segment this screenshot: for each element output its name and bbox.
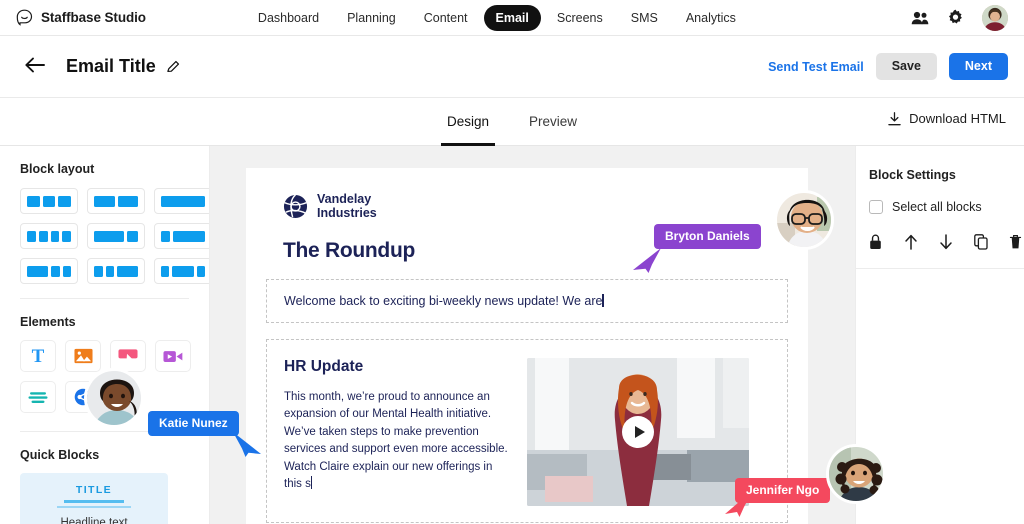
email-editor-app: Staffbase Studio Dashboard Planning Cont… xyxy=(0,0,1024,524)
email-brand-row: Vandelay Industries xyxy=(283,192,808,221)
send-test-email-link[interactable]: Send Test Email xyxy=(768,60,864,74)
editor-title-bar: Email Title Send Test Email Save Next xyxy=(0,36,1024,98)
email-document: Vandelay Industries The Roundup Welcome … xyxy=(246,168,808,524)
pencil-icon[interactable] xyxy=(166,59,181,74)
delete-icon[interactable] xyxy=(1009,234,1024,250)
save-button[interactable]: Save xyxy=(875,53,937,80)
select-all-checkbox[interactable] xyxy=(869,200,883,214)
layout-four-equal[interactable] xyxy=(20,223,78,249)
block-settings-divider xyxy=(856,268,1024,269)
layout-wide-narrow[interactable] xyxy=(87,223,145,249)
nav-item-content[interactable]: Content xyxy=(412,5,480,31)
layout-two-equal[interactable] xyxy=(87,188,145,214)
back-arrow-icon[interactable] xyxy=(24,56,46,78)
quick-block-rule-1 xyxy=(64,500,124,503)
nav-right-actions xyxy=(911,4,1008,31)
hr-update-body[interactable]: This month, we’re proud to announce an e… xyxy=(284,389,509,494)
layout-one-full[interactable] xyxy=(154,188,209,214)
block-settings-title: Block Settings xyxy=(869,168,956,182)
staffbase-logo-icon xyxy=(16,9,33,26)
layout-narrow-wide[interactable] xyxy=(154,223,209,249)
move-up-icon[interactable] xyxy=(904,234,919,250)
nav-item-sms[interactable]: SMS xyxy=(619,5,670,31)
editor-tabs: Design Preview xyxy=(440,98,583,146)
company-line-2: Industries xyxy=(317,206,377,221)
lock-icon[interactable] xyxy=(869,234,884,250)
divider-element-icon[interactable] xyxy=(20,381,56,413)
block-action-icons xyxy=(869,234,1024,250)
collaborator-avatar xyxy=(774,190,834,250)
download-icon xyxy=(888,111,901,126)
select-all-label: Select all blocks xyxy=(892,200,982,214)
duplicate-icon[interactable] xyxy=(974,234,989,250)
block-layout-heading: Block layout xyxy=(20,162,95,176)
nav-item-email[interactable]: Email xyxy=(483,4,541,31)
elements-heading: Elements xyxy=(20,315,76,329)
quick-block-headline[interactable]: TITLE Headline text xyxy=(20,473,168,524)
layout-three-equal[interactable] xyxy=(20,188,78,214)
quick-blocks-heading: Quick Blocks xyxy=(20,448,100,462)
email-block-welcome[interactable]: Welcome back to exciting bi-weekly news … xyxy=(266,278,788,323)
video-element-icon[interactable] xyxy=(155,340,191,372)
layout-narrow-wide-narrow[interactable] xyxy=(154,258,209,284)
move-down-icon[interactable] xyxy=(939,234,954,250)
tab-preview[interactable]: Preview xyxy=(523,98,583,146)
nav-item-screens[interactable]: Screens xyxy=(545,5,615,31)
play-button-icon[interactable] xyxy=(622,415,654,448)
company-line-1: Vandelay xyxy=(317,192,372,206)
email-welcome-text[interactable]: Welcome back to exciting bi-weekly news … xyxy=(284,294,602,308)
email-canvas[interactable]: Vandelay Industries The Roundup Welcome … xyxy=(210,146,855,524)
hr-update-text-column: HR Update This month, we’re proud to ann… xyxy=(284,358,509,506)
collaborator-name-badge: Bryton Daniels xyxy=(654,224,761,249)
nav-item-dashboard[interactable]: Dashboard xyxy=(246,5,331,31)
text-cursor-2 xyxy=(310,476,313,490)
collaborator-name-badge: Katie Nunez xyxy=(148,411,239,436)
quick-block-label: Headline text xyxy=(60,517,128,524)
text-element-icon[interactable]: T xyxy=(20,340,56,372)
gear-icon[interactable] xyxy=(947,9,964,26)
brand-logo-group[interactable]: Staffbase Studio xyxy=(16,9,146,26)
nav-item-planning[interactable]: Planning xyxy=(335,5,408,31)
cursor-arrow-purple xyxy=(632,246,662,274)
download-html-button[interactable]: Download HTML xyxy=(888,111,1006,126)
layout-wide-two-narrow[interactable] xyxy=(20,258,78,284)
tab-design[interactable]: Design xyxy=(440,98,496,146)
next-button[interactable]: Next xyxy=(948,53,1008,80)
people-icon[interactable] xyxy=(911,11,929,25)
select-all-blocks-row[interactable]: Select all blocks xyxy=(869,200,1024,214)
quick-block-title: TITLE xyxy=(75,484,113,496)
nav-links: Dashboard Planning Content Email Screens… xyxy=(246,4,748,31)
title-bar-actions: Send Test Email Save Next xyxy=(768,53,1008,80)
top-navigation-bar: Staffbase Studio Dashboard Planning Cont… xyxy=(0,0,1024,36)
image-element-icon[interactable] xyxy=(65,340,101,372)
download-html-label: Download HTML xyxy=(909,111,1006,126)
collaborator-avatar xyxy=(84,368,144,428)
editor-tabs-bar: Design Preview Download HTML xyxy=(0,98,1024,146)
user-avatar[interactable] xyxy=(982,4,1008,31)
page-title: Email Title xyxy=(66,56,156,76)
block-layout-grid xyxy=(20,188,209,284)
hr-update-title: HR Update xyxy=(284,357,364,375)
video-thumbnail[interactable] xyxy=(527,357,749,506)
quick-block-rule-2 xyxy=(57,505,131,508)
hr-update-body-text: This month, we’re proud to announce an e… xyxy=(284,390,508,491)
brand-name: Staffbase Studio xyxy=(41,10,146,25)
nav-item-analytics[interactable]: Analytics xyxy=(674,5,748,31)
collaborator-avatar xyxy=(826,444,886,504)
collaborator-name-badge: Jennifer Ngo xyxy=(735,478,831,503)
sidebar-divider-1 xyxy=(20,298,189,299)
email-company-name: Vandelay Industries xyxy=(317,192,377,221)
left-sidebar: Block layout Elements T Quick Blocks TIT… xyxy=(0,146,210,524)
email-block-hr-update[interactable]: HR Update This month, we’re proud to ann… xyxy=(266,338,788,523)
text-cursor xyxy=(602,293,604,307)
layout-two-narrow-wide[interactable] xyxy=(87,258,145,284)
vandelay-globe-icon xyxy=(283,194,308,219)
